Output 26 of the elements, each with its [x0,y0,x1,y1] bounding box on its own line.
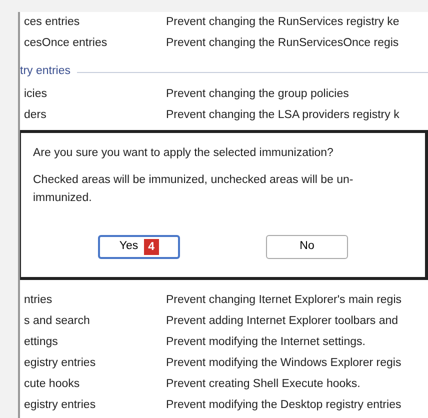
item-description: Prevent changing the LSA providers registry k [166,108,400,123]
item-name[interactable]: s and search [20,312,166,330]
dialog-button[interactable]: Yes 4 [98,234,180,259]
item-description: Prevent modifying the Desktop registry entries [166,398,402,413]
item-description: Prevent modifying the Windows Explorer regis [166,356,402,371]
item-description: Prevent changing the group policies [166,86,349,102]
item-description: Prevent creating Shell Execute hooks. [166,376,360,392]
item-name[interactable]: ntries [20,292,166,310]
item-description: Prevent modifying the Internet settings. [166,334,366,350]
item-description: Prevent changing the RunServicesOnce regis [166,36,399,51]
dialog-message: Checked areas will be immunized, unchecked areas will be un-immunized. [33,173,354,206]
dialog-button[interactable]: No [266,234,348,259]
dialog-question: Are you sure you want to apply the selected immunization? [33,146,334,161]
number-badge: 4 [144,238,159,255]
item-name[interactable]: cesOnce entries [20,34,166,52]
item-name[interactable]: ettings [20,334,166,352]
item-name[interactable]: egistry entries [20,354,166,372]
item-name[interactable]: egistry entries [20,396,166,414]
item-name[interactable]: ces entries [20,14,166,32]
item-description: Prevent changing Iternet Explorer's main regis [166,292,402,308]
group-header: try entries [20,64,70,80]
item-name[interactable]: icies [20,86,166,104]
item-description: Prevent adding Internet Explorer toolbars and [166,314,398,329]
item-name[interactable]: ders [20,106,166,124]
item-name[interactable]: cute hooks [20,376,166,394]
item-description: Prevent changing the RunServices registry ke [166,14,400,30]
